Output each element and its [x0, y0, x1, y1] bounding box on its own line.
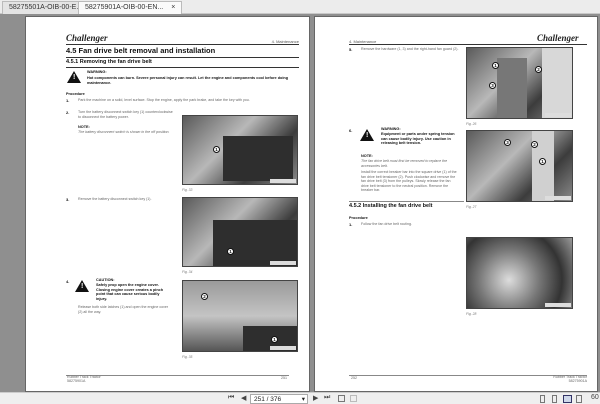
tab-document-2[interactable]: 58275901A-OIB-00-EN... ×: [78, 1, 183, 14]
figure-image: 123: [466, 47, 573, 119]
step-text: Release both side latches (1) and open t…: [78, 305, 169, 314]
figure-caption: Fig. 28: [466, 312, 477, 316]
note-text: The fan drive belt must first be removed…: [361, 159, 448, 168]
copy-icon[interactable]: [338, 395, 345, 402]
warning-icon: [67, 71, 81, 83]
step-text: Follow the fan drive belt routing.: [361, 222, 412, 226]
figure-caption: Fig. 35: [182, 355, 193, 359]
figure-image: 1: [182, 115, 298, 185]
single-page-icon[interactable]: [540, 395, 545, 403]
tab-document-1[interactable]: 58275501A-OIB-00-E...: [2, 1, 90, 14]
left-page: Challenger 4. Maintenance 4.5 Fan drive …: [25, 16, 310, 392]
step-text: Install the correct breaker bar into the…: [361, 170, 457, 193]
procedure-heading: Procedure: [66, 92, 85, 96]
note-label: NOTE:: [361, 154, 373, 158]
step-number: 6.: [349, 128, 353, 133]
close-icon[interactable]: ×: [171, 4, 175, 11]
step-text: Park the machine on a solid, level surfa…: [78, 98, 250, 102]
footer-title: Rubber Track Tractor 58275901A: [553, 375, 587, 383]
figure-image: 21: [182, 280, 298, 352]
note-label: NOTE:: [78, 125, 90, 129]
next-page-button[interactable]: ▶: [313, 394, 318, 402]
figure-caption: Fig. 27: [466, 205, 477, 209]
subsection-title: 4.5.1 Removing the fan drive belt: [66, 59, 152, 65]
page-number-input[interactable]: 251 / 376 ▾: [250, 394, 308, 404]
tab-label: 58275901A-OIB-00-EN...: [85, 4, 164, 11]
two-page-icon[interactable]: [563, 395, 572, 403]
footer-title: Rubber Track Tractor 58275901A: [67, 375, 101, 383]
figure-image: [466, 237, 573, 309]
paste-icon[interactable]: [350, 395, 357, 402]
challenger-logo: Challenger: [66, 33, 108, 43]
challenger-logo: Challenger: [537, 33, 579, 43]
warning-label: WARNING:: [381, 127, 401, 131]
page-number: 251: [281, 376, 287, 380]
caution-text: Safely prop open the engine cover. Closi…: [96, 283, 164, 301]
procedure-heading: Procedure: [349, 216, 368, 220]
warning-text: Equipment or parts under spring tension …: [381, 132, 455, 146]
section-title: 4.5 Fan drive belt removal and installat…: [66, 46, 216, 55]
figure-caption: Fig. 26: [466, 122, 477, 126]
step-number: 4.: [66, 279, 70, 284]
figure-image: 321: [466, 130, 573, 202]
step-number: 5.: [349, 47, 353, 52]
zoom-level[interactable]: 60: [591, 394, 599, 401]
caution-icon: [75, 280, 89, 292]
step-text: Turn the battery disconnect switch key (…: [78, 110, 173, 119]
first-page-button[interactable]: ⏮: [228, 394, 234, 402]
figure-image: 1: [182, 197, 298, 267]
tab-bar: 58275501A-OIB-00-E... 58275901A-OIB-00-E…: [0, 0, 600, 14]
subsection-title: 4.5.2 Installing the fan drive belt: [349, 203, 433, 209]
prev-page-button[interactable]: ◀: [241, 394, 246, 402]
chevron-down-icon[interactable]: ▾: [302, 395, 305, 404]
navigation-toolbar: ⏮ ◀ 251 / 376 ▾ ▶ ⏭ 60: [0, 392, 600, 404]
last-page-button[interactable]: ⏭: [324, 394, 330, 402]
right-page: 4. Maintenance Challenger 5. Remove the …: [314, 16, 598, 392]
continuous-page-icon[interactable]: [552, 395, 557, 403]
warning-text: Hot components can burn. Severe personal…: [87, 76, 289, 85]
step-number: 1.: [349, 222, 353, 227]
step-text: Remove the hardware (1, 3) and the right…: [361, 47, 459, 51]
document-viewer[interactable]: Challenger 4. Maintenance 4.5 Fan drive …: [0, 14, 600, 392]
note-text: The battery disconnect switch is shown i…: [78, 130, 170, 134]
tab-label: 58275501A-OIB-00-E...: [9, 4, 83, 11]
figure-caption: Fig. 33: [182, 188, 193, 192]
step-number: 1.: [66, 98, 70, 103]
warning-label: WARNING:: [87, 70, 107, 74]
figure-caption: Fig. 34: [182, 270, 193, 274]
page-number: 252: [351, 376, 357, 380]
step-text: Remove the battery disconnect switch key…: [78, 197, 152, 201]
warning-icon: [360, 129, 374, 141]
caution-label: CAUTION:: [96, 278, 115, 282]
scroll-pages-icon[interactable]: [576, 395, 582, 403]
step-number: 2.: [66, 110, 70, 115]
step-number: 3.: [66, 197, 70, 202]
